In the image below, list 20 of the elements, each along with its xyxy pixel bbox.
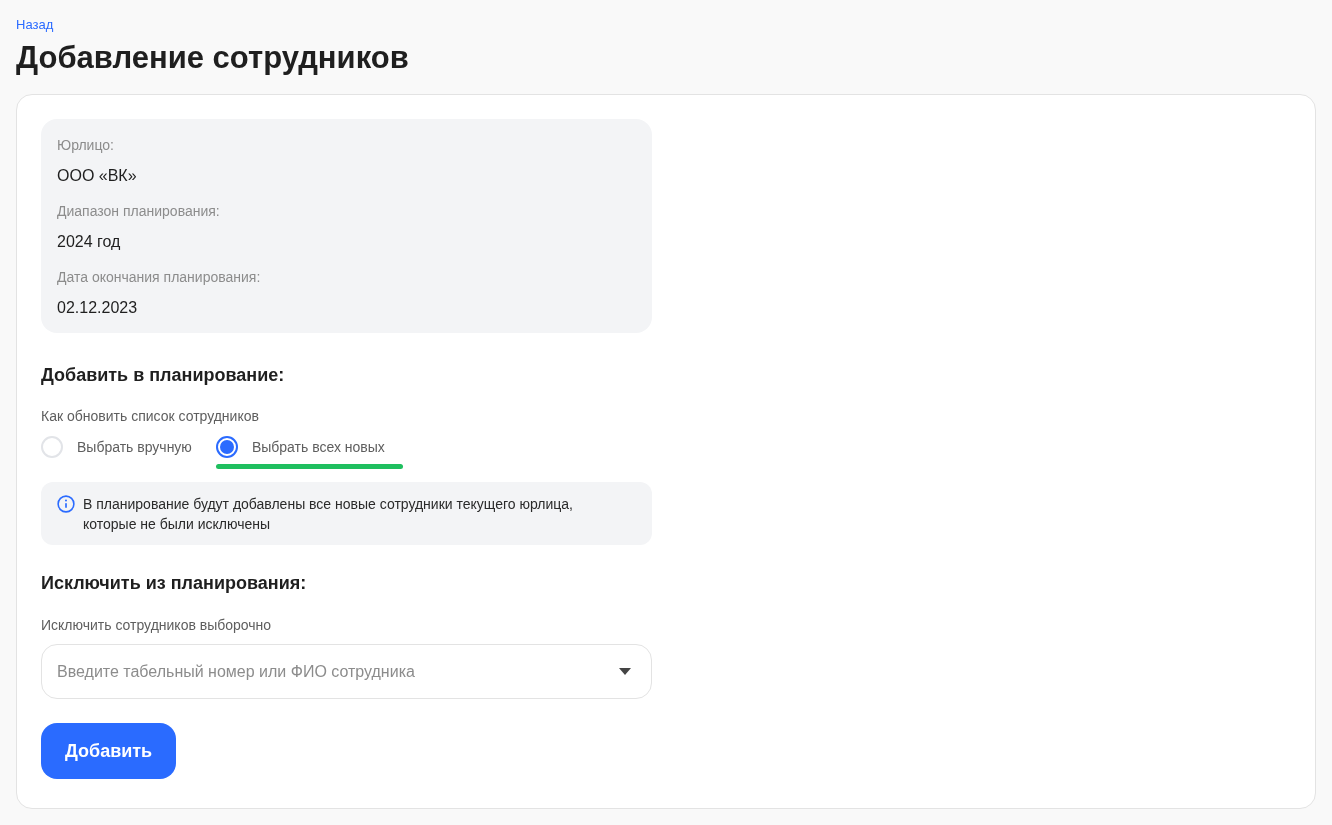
summary-label: Дата окончания планирования: [57,268,262,287]
summary-value: 02.12.2023 [57,298,139,318]
summary-value: ООО «ВК» [57,166,138,186]
radio-option[interactable]: Выбрать вручную [41,436,192,458]
section-heading: Добавить в планирование: [41,364,286,387]
back-link[interactable]: Назад [16,16,54,34]
submit-button[interactable]: Добавить [41,723,177,779]
summary-label: Диапазон планирования: [57,202,221,221]
summary-value: 2024 год [57,232,122,252]
field-label: Как обновить список сотрудников [41,407,260,425]
field-label: Исключить сотрудников выборочно [41,616,273,634]
info-icon [57,495,75,513]
section-heading: Исключить из планирования: [41,572,308,595]
radio-option[interactable]: Выбрать всех новых [215,436,403,458]
radio-icon[interactable] [215,436,238,458]
summary-label: Юрлицо: [57,136,115,155]
page-title: Добавление сотрудников [16,39,410,77]
caret-icon[interactable] [619,668,631,675]
employee-select[interactable]: Введите табельный номер или ФИО сотрудника [41,644,652,699]
info-text: В планирование будут добавлены все новые сотрудники текущего юрлица, которые не были исключены [83,495,574,534]
